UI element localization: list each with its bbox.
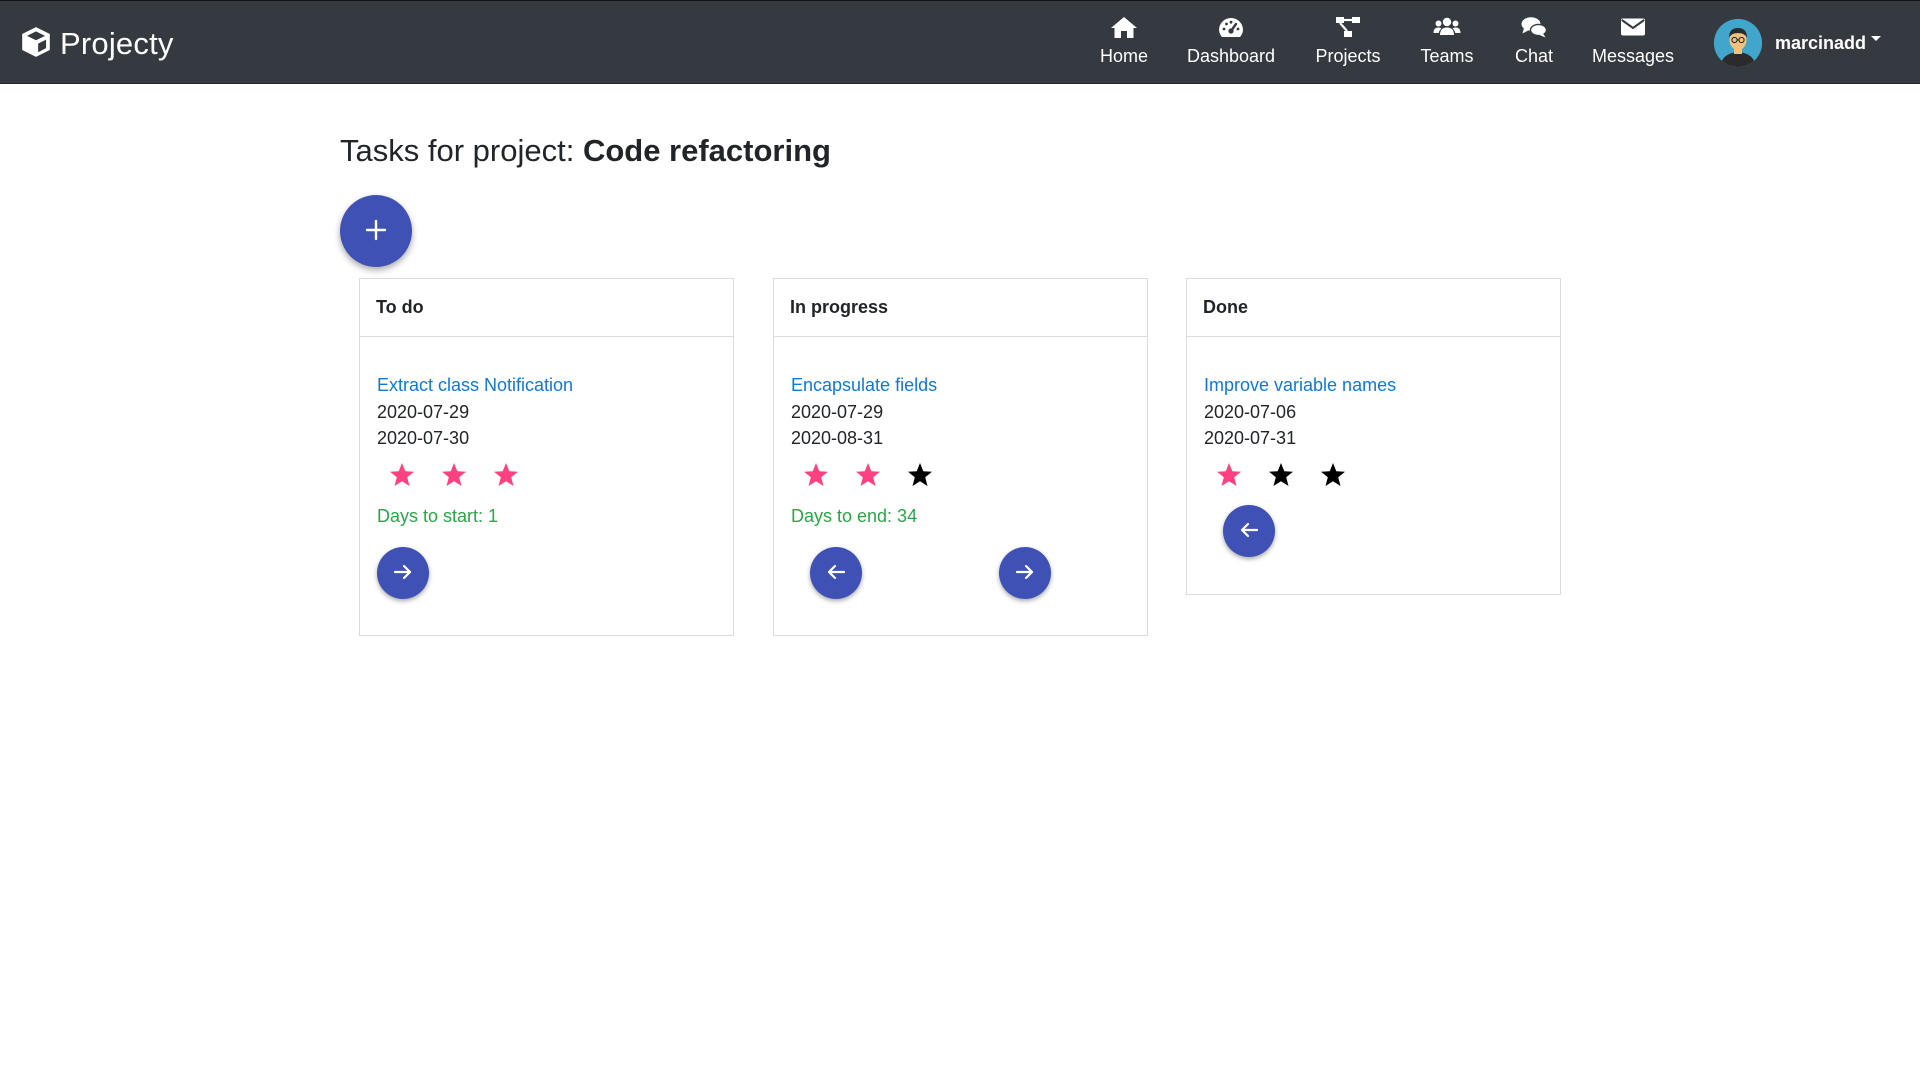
column-in-progress: In progress Encapsulate fields 2020-07-2… (773, 278, 1148, 636)
page-title-prefix: Tasks for project: (340, 133, 575, 168)
nav-label: Teams (1420, 46, 1474, 66)
page-title: Tasks for project: Code refactoring (340, 133, 831, 169)
chevron-down-icon (1871, 35, 1882, 41)
cube-icon (19, 25, 53, 64)
plus-icon (365, 219, 387, 244)
nav-label: Projects (1315, 46, 1381, 66)
move-left-button[interactable] (1223, 505, 1275, 557)
task-title-link[interactable]: Encapsulate fields (791, 375, 937, 396)
task-start-date: 2020-07-29 (377, 402, 470, 422)
user-menu[interactable]: marcinadd (1714, 19, 1882, 67)
comments-icon (1520, 15, 1548, 39)
nav-item-home[interactable]: Home (1098, 15, 1150, 73)
move-right-button[interactable] (377, 547, 429, 599)
project-name: Code refactoring (582, 133, 831, 168)
arrow-left-icon (1237, 518, 1261, 545)
star-filled-icon (854, 461, 882, 489)
avatar (1714, 19, 1762, 67)
column-title: To do (360, 279, 733, 337)
priority-stars (1215, 461, 1371, 489)
task-end-date: 2020-08-31 (791, 428, 884, 448)
envelope-icon (1619, 15, 1647, 39)
nav-label: Chat (1514, 46, 1554, 66)
task-end-date: 2020-07-31 (1204, 428, 1297, 448)
star-empty-icon (906, 461, 934, 489)
nav-item-messages[interactable]: Messages (1590, 15, 1676, 73)
star-empty-icon (1267, 461, 1295, 489)
days-to-end: Days to end: 34 (791, 506, 918, 526)
task-title-link[interactable]: Extract class Notification (377, 375, 573, 396)
column-title: Done (1187, 279, 1560, 337)
nav-item-projects[interactable]: Projects (1313, 15, 1383, 73)
star-filled-icon (802, 461, 830, 489)
tachometer-icon (1217, 15, 1245, 39)
home-icon (1110, 15, 1138, 39)
project-diagram-icon (1334, 15, 1362, 39)
star-filled-icon (492, 461, 520, 489)
brand-link[interactable]: Projecty (19, 23, 174, 65)
nav-label: Messages (1591, 46, 1675, 66)
task-end-date: 2020-07-30 (377, 428, 470, 448)
nav-label: Home (1099, 46, 1148, 66)
task-start-date: 2020-07-06 (1204, 402, 1297, 422)
nav-label: Dashboard (1186, 46, 1276, 66)
navbar: Projecty Home Dashboard Projects Teams C… (0, 0, 1920, 84)
nav-item-teams[interactable]: Teams (1418, 15, 1476, 73)
star-filled-icon (440, 461, 468, 489)
username: marcinadd (1775, 32, 1867, 53)
users-icon (1433, 15, 1461, 39)
days-to-start: Days to start: 1 (377, 506, 499, 526)
column-done: Done Improve variable names 2020-07-06 2… (1186, 278, 1561, 595)
task-title-link[interactable]: Improve variable names (1204, 375, 1396, 396)
star-filled-icon (1215, 461, 1243, 489)
brand-name: Projecty (60, 26, 174, 61)
task-start-date: 2020-07-29 (791, 402, 884, 422)
priority-stars (388, 461, 544, 489)
add-task-button[interactable] (340, 195, 412, 267)
star-empty-icon (1319, 461, 1347, 489)
move-right-button[interactable] (999, 547, 1051, 599)
nav-item-dashboard[interactable]: Dashboard (1186, 15, 1276, 73)
arrow-right-icon (1013, 560, 1037, 587)
arrow-right-icon (391, 560, 415, 587)
column-todo: To do Extract class Notification 2020-07… (359, 278, 734, 636)
priority-stars (802, 461, 958, 489)
nav-item-chat[interactable]: Chat (1511, 15, 1557, 73)
column-title: In progress (774, 279, 1147, 337)
star-filled-icon (388, 461, 416, 489)
move-left-button[interactable] (810, 547, 862, 599)
arrow-left-icon (824, 560, 848, 587)
